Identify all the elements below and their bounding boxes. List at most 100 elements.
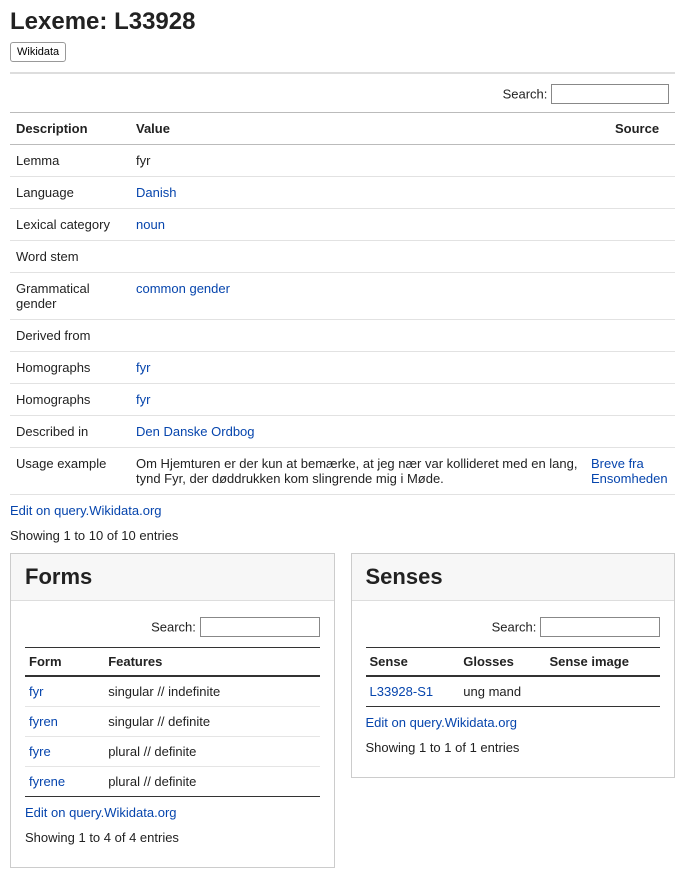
cell-source — [585, 145, 675, 177]
cell-value: common gender — [130, 273, 585, 320]
source-link[interactable]: Breve fra Ensomheden — [591, 456, 668, 486]
sense-link[interactable]: L33928-S1 — [370, 684, 434, 699]
cell-description: Word stem — [10, 241, 130, 273]
forms-panel: Forms Search: Form Features fyr singular … — [10, 553, 335, 868]
senses-heading: Senses — [352, 554, 675, 601]
cell-form: fyr — [25, 676, 104, 707]
table-row: fyren singular // definite — [25, 707, 320, 737]
table-row: fyrene plural // definite — [25, 767, 320, 797]
cell-description: Derived from — [10, 320, 130, 352]
cell-source — [585, 209, 675, 241]
form-link[interactable]: fyre — [29, 744, 51, 759]
cell-sense: L33928-S1 — [366, 676, 460, 707]
cell-description: Lemma — [10, 145, 130, 177]
cell-source — [585, 320, 675, 352]
page-title: Lexeme: L33928 — [10, 8, 675, 36]
divider — [10, 72, 675, 74]
table-row: Lexical category noun — [10, 209, 675, 241]
cell-value: Den Danske Ordbog — [130, 416, 585, 448]
table-row: Word stem — [10, 241, 675, 273]
search-label: Search: — [492, 620, 537, 635]
main-info: Showing 1 to 10 of 10 entries — [10, 528, 675, 543]
cell-form: fyre — [25, 737, 104, 767]
cell-value: noun — [130, 209, 585, 241]
cell-glosses: ung mand — [459, 676, 545, 707]
table-row: fyre plural // definite — [25, 737, 320, 767]
cell-features: singular // indefinite — [104, 676, 319, 707]
cell-features: plural // definite — [104, 737, 319, 767]
cell-description: Homographs — [10, 384, 130, 416]
cell-description: Described in — [10, 416, 130, 448]
forms-search-bar: Search: — [25, 611, 320, 647]
value-link[interactable]: fyr — [136, 360, 150, 375]
search-label: Search: — [151, 620, 196, 635]
table-row: Homographs fyr — [10, 352, 675, 384]
col-sense[interactable]: Sense — [366, 648, 460, 677]
cell-source — [585, 273, 675, 320]
table-row: Grammatical gender common gender — [10, 273, 675, 320]
forms-table: Form Features fyrsingular // indefinitef… — [25, 647, 320, 797]
senses-table: Sense Glosses Sense image L33928-S1 ung m… — [366, 647, 661, 707]
value-link[interactable]: noun — [136, 217, 165, 232]
edit-link-main[interactable]: Edit on query.Wikidata.org — [10, 503, 162, 518]
senses-search-bar: Search: — [366, 611, 661, 647]
cell-value — [130, 241, 585, 273]
cell-value: fyr — [130, 352, 585, 384]
main-table: Description Value Source LemmafyrLanguag… — [10, 112, 675, 495]
cell-form: fyren — [25, 707, 104, 737]
cell-form: fyrene — [25, 767, 104, 797]
col-source[interactable]: Source — [585, 113, 675, 145]
senses-info: Showing 1 to 1 of 1 entries — [366, 740, 661, 755]
cell-features: plural // definite — [104, 767, 319, 797]
main-search-bar: Search: — [10, 80, 675, 112]
cell-description: Usage example — [10, 448, 130, 495]
cell-source — [585, 241, 675, 273]
table-row: Language Danish — [10, 177, 675, 209]
senses-panel: Senses Search: Sense Glosses Sense image… — [351, 553, 676, 778]
cell-source — [585, 384, 675, 416]
col-sense-image[interactable]: Sense image — [545, 648, 660, 677]
cell-value — [130, 320, 585, 352]
cell-description: Lexical category — [10, 209, 130, 241]
form-link[interactable]: fyrene — [29, 774, 65, 789]
senses-search-input[interactable] — [540, 617, 660, 637]
col-form[interactable]: Form — [25, 648, 104, 677]
value-link[interactable]: Den Danske Ordbog — [136, 424, 255, 439]
form-link[interactable]: fyr — [29, 684, 43, 699]
value-link[interactable]: common gender — [136, 281, 230, 296]
table-row: Usage exampleOm Hjemturen er der kun at … — [10, 448, 675, 495]
forms-heading: Forms — [11, 554, 334, 601]
table-row: Lemmafyr — [10, 145, 675, 177]
col-description[interactable]: Description — [10, 113, 130, 145]
col-value[interactable]: Value — [130, 113, 585, 145]
cell-features: singular // definite — [104, 707, 319, 737]
search-label: Search: — [503, 87, 548, 102]
col-glosses[interactable]: Glosses — [459, 648, 545, 677]
cell-description: Language — [10, 177, 130, 209]
cell-source — [585, 352, 675, 384]
table-row: Homographs fyr — [10, 384, 675, 416]
form-link[interactable]: fyren — [29, 714, 58, 729]
title-id: L33928 — [114, 8, 195, 35]
cell-description: Homographs — [10, 352, 130, 384]
cell-sense-image — [545, 676, 660, 707]
col-features[interactable]: Features — [104, 648, 319, 677]
value-link[interactable]: Danish — [136, 185, 176, 200]
edit-link-forms[interactable]: Edit on query.Wikidata.org — [25, 805, 177, 820]
edit-link-senses[interactable]: Edit on query.Wikidata.org — [366, 715, 518, 730]
table-row: L33928-S1 ung mand — [366, 676, 661, 707]
cell-description: Grammatical gender — [10, 273, 130, 320]
forms-search-input[interactable] — [200, 617, 320, 637]
cell-source — [585, 416, 675, 448]
table-row: Described in Den Danske Ordbog — [10, 416, 675, 448]
cell-source — [585, 177, 675, 209]
table-row: fyr singular // indefinite — [25, 676, 320, 707]
cell-value: fyr — [130, 384, 585, 416]
title-prefix: Lexeme: — [10, 8, 114, 35]
search-input[interactable] — [551, 84, 669, 104]
value-link[interactable]: fyr — [136, 392, 150, 407]
wikidata-button[interactable]: Wikidata — [10, 42, 66, 62]
cell-value: Om Hjemturen er der kun at bemærke, at j… — [130, 448, 585, 495]
table-row: Derived from — [10, 320, 675, 352]
cell-value: fyr — [130, 145, 585, 177]
